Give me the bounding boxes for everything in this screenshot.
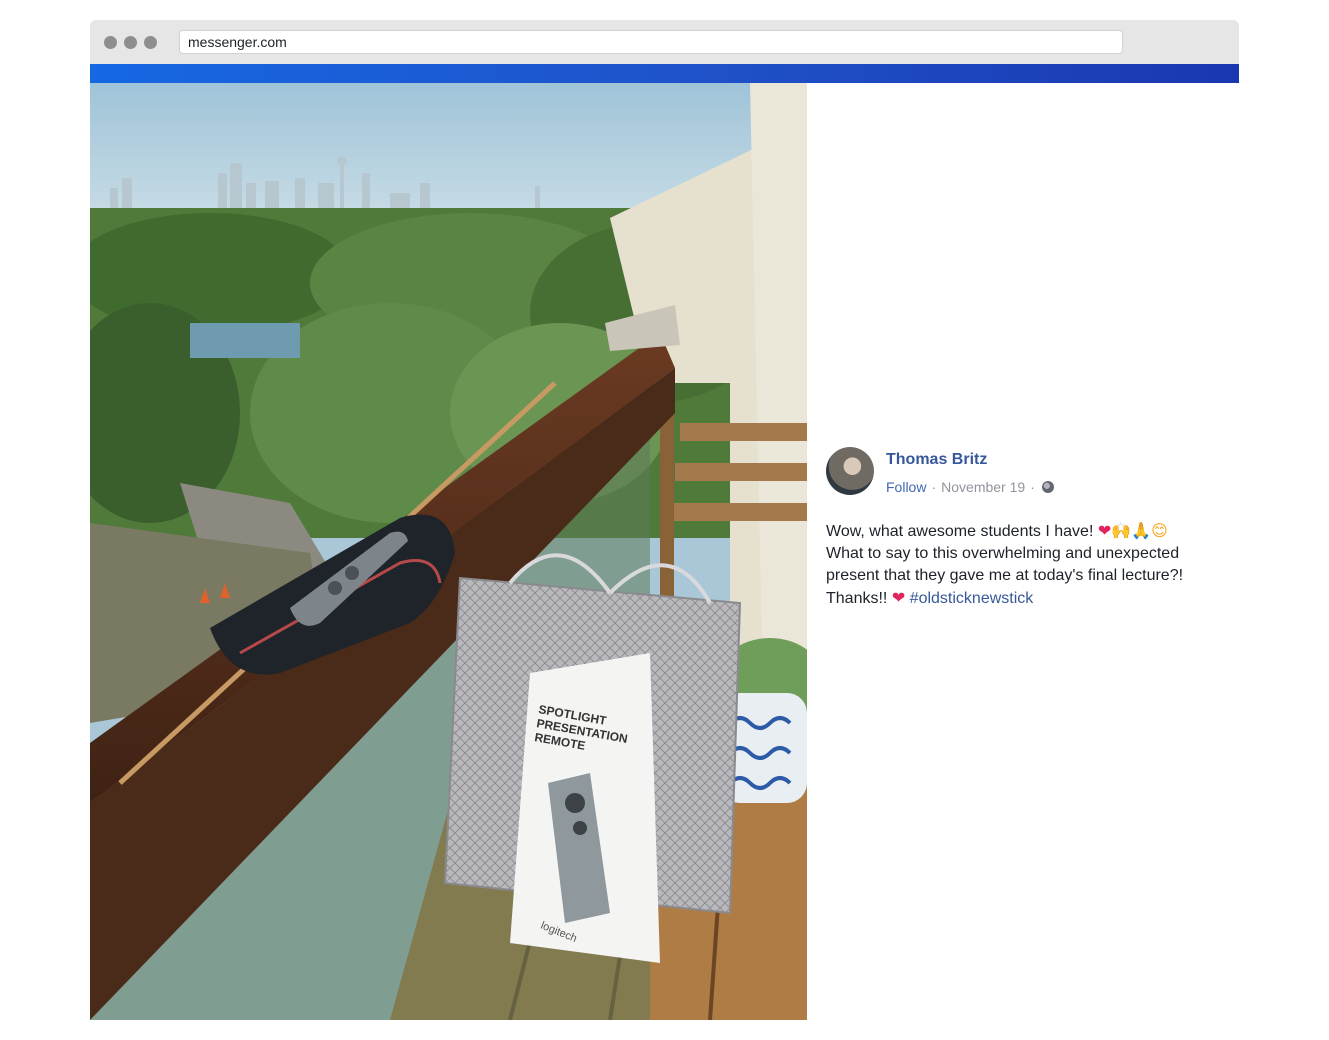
globe-icon: [1041, 481, 1054, 493]
post-meta: Follow · November 19 ·: [886, 479, 1054, 495]
browser-window: messenger.com SPOTLIGHT PRESENTATION REM…: [90, 20, 1239, 1020]
heart-icon-2: ❤: [891, 588, 906, 607]
browser-toolbar: messenger.com: [90, 20, 1239, 64]
post-date[interactable]: November 19: [941, 479, 1025, 495]
message-text-1: Wow, what awesome students I have!: [826, 523, 1094, 540]
window-maximize-dot[interactable]: [144, 36, 157, 49]
follow-link[interactable]: Follow: [886, 479, 926, 495]
heart-icon: ❤: [1097, 521, 1112, 540]
message-text-4: Thanks!!: [826, 590, 888, 607]
site-header-bar: [90, 64, 1239, 83]
hashtag-link[interactable]: #oldsticknewstick: [910, 590, 1034, 607]
meta-separator: ·: [931, 479, 937, 495]
meta-separator-2: ·: [1030, 479, 1035, 495]
message-line-3: present that they gave me at today's fin…: [826, 567, 1184, 584]
post-message: Wow, what awesome students I have! ❤🙌🙏😊 …: [826, 520, 1226, 610]
author-name-link[interactable]: Thomas Britz: [886, 451, 987, 469]
message-line-2: What to say to this overwhelming and une…: [826, 545, 1180, 562]
address-bar[interactable]: messenger.com: [179, 30, 1123, 54]
raised-hands-icon: 🙌: [1111, 521, 1132, 540]
balcony-photo-illustration: SPOTLIGHT PRESENTATION REMOTE logitech: [90, 83, 807, 1020]
window-close-dot[interactable]: [104, 36, 117, 49]
message-line-1: Wow, what awesome students I have! ❤🙌🙏😊: [826, 520, 1226, 543]
post-photo[interactable]: SPOTLIGHT PRESENTATION REMOTE logitech: [90, 83, 807, 1020]
message-line-4: Thanks!! ❤ #oldsticknewstick: [826, 587, 1226, 610]
author-avatar[interactable]: [826, 447, 874, 495]
smile-icon: 😊: [1151, 521, 1168, 540]
window-minimize-dot[interactable]: [124, 36, 137, 49]
pray-icon: 🙏: [1131, 521, 1152, 540]
